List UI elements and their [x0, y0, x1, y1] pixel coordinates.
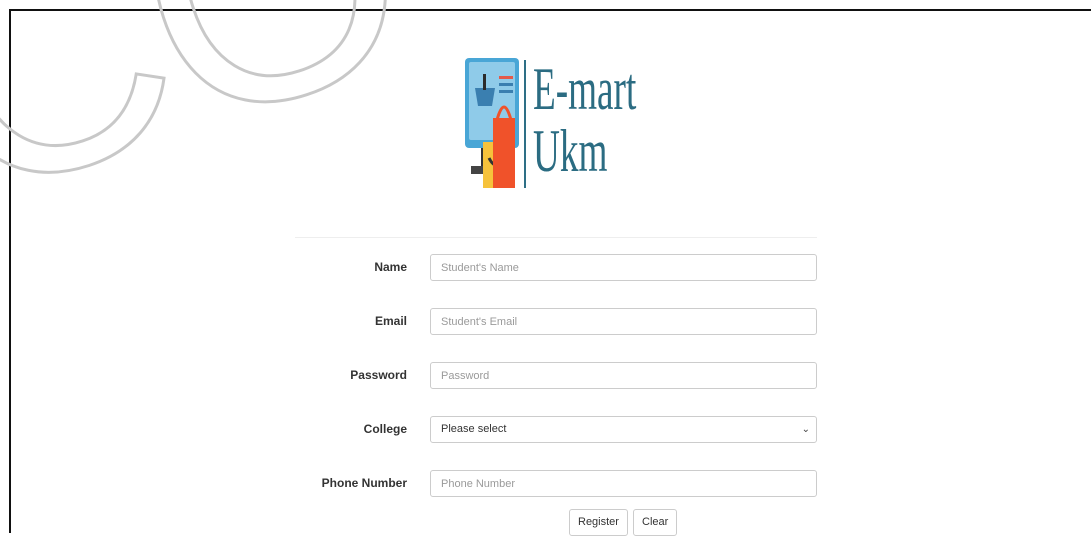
name-row: Name [0, 254, 1091, 281]
logo-line-2: Ukm [533, 118, 608, 184]
name-label: Name [374, 260, 407, 274]
email-label: Email [374, 314, 407, 328]
college-label: College [363, 422, 407, 436]
password-input[interactable] [430, 362, 817, 389]
logo-divider [524, 60, 526, 188]
password-label: Password [350, 368, 407, 382]
name-input[interactable] [430, 254, 817, 281]
register-button[interactable]: Register [569, 509, 628, 536]
email-input[interactable] [430, 308, 817, 335]
section-divider [295, 237, 817, 238]
college-row: College Please select ⌄ [0, 416, 1091, 443]
phone-input[interactable] [430, 470, 817, 497]
phone-label: Phone Number [321, 476, 407, 490]
password-row: Password [0, 362, 1091, 389]
logo-text: E-mart Ukm [533, 58, 636, 182]
college-select[interactable]: Please select ⌄ [430, 416, 817, 443]
email-row: Email [0, 308, 1091, 335]
logo-line-1: E-mart [533, 56, 637, 122]
clear-button[interactable]: Clear [633, 509, 678, 536]
college-selected-value: Please select [441, 423, 507, 435]
chevron-down-icon: ⌄ [801, 424, 810, 435]
phone-row: Phone Number [0, 470, 1091, 497]
